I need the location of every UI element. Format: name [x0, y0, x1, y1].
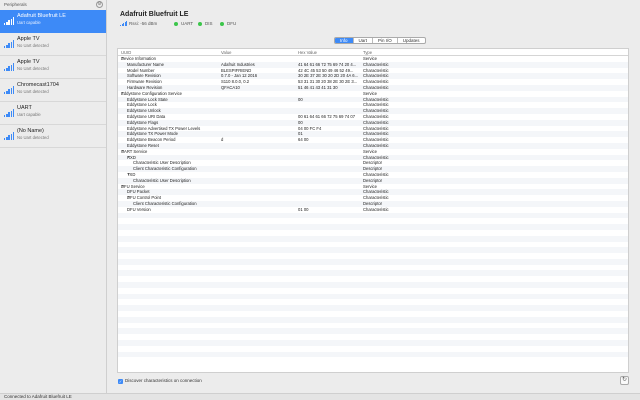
status-dot-icon	[220, 22, 224, 26]
signal-bars-icon	[120, 20, 127, 26]
column-header-hex-value[interactable]: Hex Value	[298, 50, 360, 55]
checkbox-checked-icon[interactable]: ✓	[118, 379, 123, 384]
cell-uuid-text: Characteristic User Description	[133, 160, 191, 165]
column-header-uuid[interactable]: UUID	[121, 50, 216, 55]
cell-uuid-text: Eddystone Reset	[127, 143, 159, 148]
cell-uuid-text: Firmware Revision	[127, 79, 162, 84]
discover-checkbox-row[interactable]: ✓Discover characteristics on connection	[118, 378, 202, 384]
status-dot-icon	[174, 22, 178, 26]
cell-uuid-text: DFU Control Point	[127, 195, 161, 200]
column-header-type[interactable]: Type	[363, 50, 443, 55]
cell-uuid-text: Eddystone Configuration Service	[121, 91, 182, 96]
characteristics-table: UUID Value Hex Value Type ▼Device Inform…	[117, 48, 629, 373]
discover-label: Discover characteristics on connection	[125, 378, 202, 383]
peripheral-name: Apple TV	[17, 36, 102, 43]
peripheral-name: Adafruit Bluefruit LE	[17, 13, 102, 20]
peripheral-uart-status: No Uart detected	[17, 66, 102, 72]
service-badge-uart: UART	[174, 21, 193, 26]
refresh-icon[interactable]: ↻	[620, 376, 629, 385]
tab-info[interactable]: Info	[335, 38, 354, 43]
cell-uuid-text: Hardware Revision	[127, 85, 162, 90]
status-bar: Connected to Adafruit Bluefruit LE	[0, 393, 640, 400]
signal-bars-icon	[4, 40, 14, 48]
rssi-label: Rssi: -56 dBm	[129, 21, 157, 26]
peripheral-name: (No Name)	[17, 128, 102, 135]
peripheral-name: UART	[17, 105, 102, 112]
cell-uuid-text: Eddystone Flags	[127, 120, 158, 125]
main-panel: Adafruit Bluefruit LE Rssi: -56 dBm UART…	[107, 0, 640, 393]
signal-bars-icon	[4, 17, 14, 25]
peripheral-uart-status: No Uart detected	[17, 135, 102, 141]
sidebar-title: Peripherals	[4, 2, 27, 7]
peripheral-list: Adafruit Bluefruit LEUart capableApple T…	[0, 10, 106, 148]
status-text: Connected to Adafruit Bluefruit LE	[4, 394, 72, 399]
peripheral-name: Apple TV	[17, 59, 102, 66]
cell-uuid-text: Software Revision	[127, 73, 161, 78]
peripheral-name: Chromecast1704	[17, 82, 102, 89]
tab-bar: Info Uart Pin I/O Updates	[334, 37, 426, 44]
column-header-value[interactable]: Value	[221, 50, 286, 55]
cell-uuid-text: Eddystone Unlock	[127, 108, 161, 113]
peripheral-item[interactable]: Adafruit Bluefruit LEUart capable	[0, 10, 106, 33]
gear-icon[interactable]: ⚙	[96, 1, 103, 8]
sidebar-header: Peripherals ⚙	[0, 0, 106, 10]
cell-uuid-text: Device Information	[121, 56, 156, 61]
peripheral-uart-status: Uart capable	[17, 20, 102, 26]
tab-pin-io[interactable]: Pin I/O	[373, 38, 398, 43]
cell-uuid-text: Client Characteristic Configuration	[133, 201, 197, 206]
peripheral-item[interactable]: (No Name)No Uart detected	[0, 125, 106, 148]
page-title: Adafruit Bluefruit LE	[120, 11, 188, 18]
cell-uuid-text: DFU Version	[127, 207, 151, 212]
cell-uuid-text: Manufacturer Name	[127, 62, 164, 67]
peripheral-item[interactable]: Apple TVNo Uart detected	[0, 56, 106, 79]
peripherals-sidebar: Peripherals ⚙ Adafruit Bluefruit LEUart …	[0, 0, 107, 393]
cell-uuid-text: Eddystone Advertised TX Power Levels	[127, 126, 200, 131]
tab-updates[interactable]: Updates	[398, 38, 425, 43]
empty-row	[118, 357, 628, 363]
cell-uuid-text: Eddystone Beacon Period	[127, 137, 175, 142]
tab-uart[interactable]: Uart	[354, 38, 374, 43]
cell-uuid-text: Client Characteristic Configuration	[133, 166, 197, 171]
peripheral-item[interactable]: UARTUart capable	[0, 102, 106, 125]
table-header: UUID Value Hex Value Type	[118, 49, 628, 56]
cell-uuid-text: DFU Packet	[127, 189, 150, 194]
peripheral-uart-status: No Uart detected	[17, 89, 102, 95]
signal-bars-icon	[4, 63, 14, 71]
status-dot-icon	[198, 22, 202, 26]
signal-bars-icon	[4, 132, 14, 140]
service-badge-dfu: DFU	[220, 21, 236, 26]
peripheral-uart-status: No Uart detected	[17, 43, 102, 49]
cell-uuid-text: Model Number	[127, 68, 154, 73]
peripheral-uart-status: Uart capable	[17, 112, 102, 118]
peripheral-item[interactable]: Apple TVNo Uart detected	[0, 33, 106, 56]
signal-bars-icon	[4, 109, 14, 117]
service-badge-dis: DIS	[198, 21, 213, 26]
peripheral-item[interactable]: Chromecast1704No Uart detected	[0, 79, 106, 102]
cell-uuid-text: Characteristic User Description	[133, 178, 191, 183]
cell-uuid-text: Eddystone Lock	[127, 102, 157, 107]
signal-bars-icon	[4, 86, 14, 94]
cell-uuid-text: Eddystone URI Data	[127, 114, 165, 119]
cell-uuid-text: Eddystone TX Power Mode	[127, 131, 178, 136]
cell-uuid-text: Eddystone Lock State	[127, 97, 168, 102]
table-body: ▼Device InformationServiceManufacturer N…	[118, 56, 628, 363]
